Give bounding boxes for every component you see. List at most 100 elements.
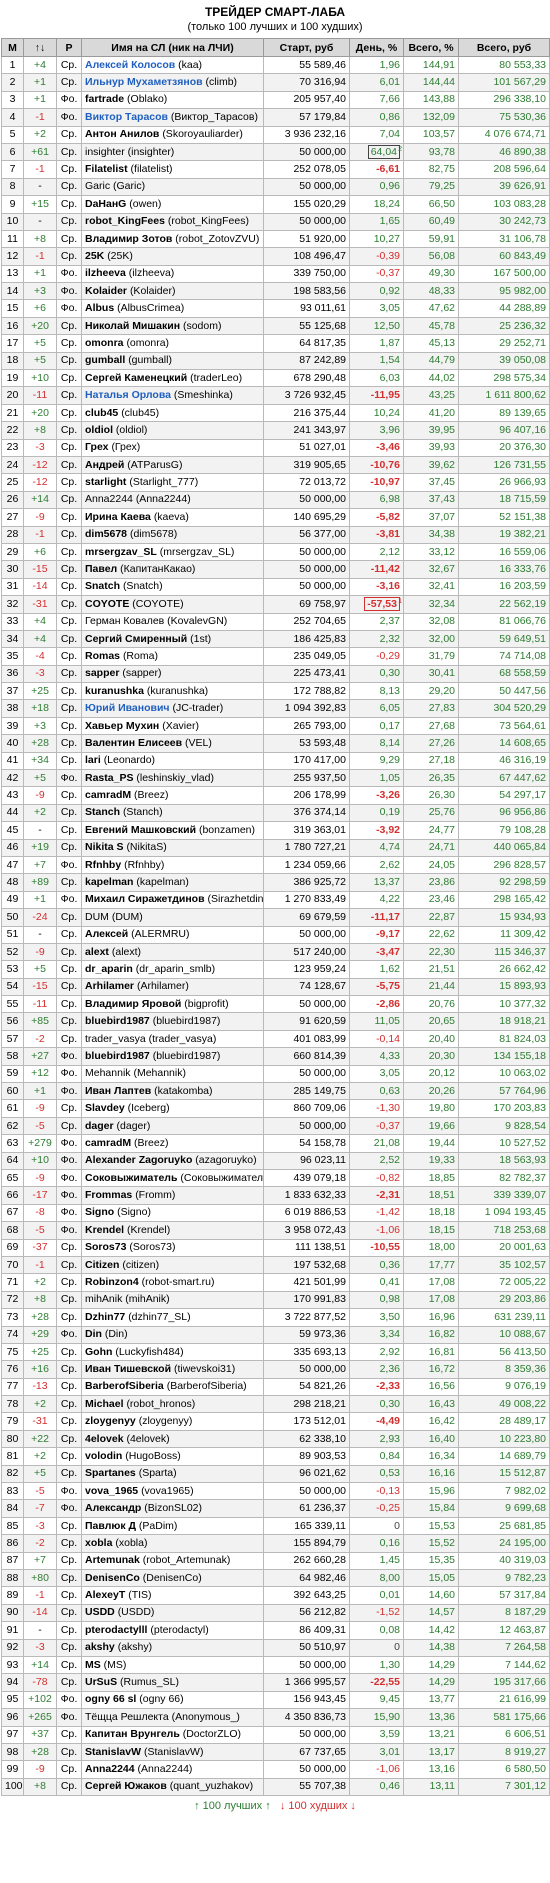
participant-name-link[interactable]: Михаил Сиражетдинов (85, 893, 205, 905)
participant-name-link[interactable]: dim5678 (85, 528, 127, 540)
participant-name-link[interactable]: Сергей Южаков (85, 1780, 167, 1792)
participant-name-link[interactable]: mihAnik (85, 1293, 122, 1305)
participant-name-link[interactable]: Stanch (85, 806, 120, 818)
participant-name-link[interactable]: DUM (85, 911, 109, 923)
participant-name-link[interactable]: dager (85, 1120, 114, 1132)
col-header-name[interactable]: Имя на СЛ (ник на ЛЧИ) (81, 38, 264, 57)
participant-name-link[interactable]: DenisenCo (85, 1572, 140, 1584)
participant-name-link[interactable]: Владимир Зотов (85, 233, 172, 245)
participant-name-link[interactable]: Kolaider (85, 285, 127, 297)
participant-name-link[interactable]: Slavdey (85, 1102, 125, 1114)
participant-name-link[interactable]: Krendel (85, 1224, 124, 1236)
participant-name-link[interactable]: Валентин Елисеев (85, 737, 182, 749)
participant-name-link[interactable]: USDD (85, 1606, 115, 1618)
participant-name-link[interactable]: Виктор Тарасов (85, 111, 168, 123)
participant-name-link[interactable]: insighter (85, 146, 125, 158)
participant-name-link[interactable]: camradM (85, 1137, 131, 1149)
participant-name-link[interactable]: omonra (85, 337, 124, 349)
participant-name-link[interactable]: bluebird1987 (85, 1050, 150, 1062)
participant-name-link[interactable]: Spartanes (85, 1467, 136, 1479)
participant-name-link[interactable]: mrsergzav_SL (85, 546, 157, 558)
participant-name-link[interactable]: Rasta_PS (85, 772, 133, 784)
participant-name-link[interactable]: AlexeyT (85, 1589, 125, 1601)
participant-name-link[interactable]: Герман Ковалев (85, 615, 164, 627)
col-header-change[interactable]: ↑↓ (23, 38, 57, 57)
participant-name-link[interactable]: Artemunak (85, 1554, 140, 1566)
participant-name-link[interactable]: Soros73 (85, 1241, 126, 1253)
participant-name-link[interactable]: Albus (85, 302, 114, 314)
participant-name-link[interactable]: alext (85, 946, 109, 958)
participant-name-link[interactable]: Иван Тишевской (85, 1363, 171, 1375)
participant-name-link[interactable]: Капитан Врунгель (85, 1728, 180, 1740)
participant-name-link[interactable]: Alexander Zagoruyko (85, 1154, 192, 1166)
participant-name-link[interactable]: Алексей (85, 928, 128, 940)
participant-name-link[interactable]: Snatch (85, 580, 120, 592)
participant-name-link[interactable]: UrSuS (85, 1676, 117, 1688)
participant-name-link[interactable]: robot_KingFees (85, 215, 165, 227)
participant-name-link[interactable]: Иван Лаптев (85, 1085, 151, 1097)
participant-name-link[interactable]: Сергей Каменецкий (85, 372, 187, 384)
participant-name-link[interactable]: Mehannik (85, 1067, 131, 1079)
participant-name-link[interactable]: xobla (85, 1537, 112, 1549)
participant-name-link[interactable]: akshy (85, 1641, 115, 1653)
participant-name-link[interactable]: Антон Анилов (85, 128, 159, 140)
participant-name-link[interactable]: bluebird1987 (85, 1015, 150, 1027)
participant-name-link[interactable]: club45 (85, 407, 118, 419)
worst-100-link[interactable]: ↓ 100 худших ↓ (280, 1800, 356, 1812)
participant-name-link[interactable]: Anna2244 (85, 1763, 135, 1775)
participant-name-link[interactable]: fartrade (85, 93, 124, 105)
participant-name-link[interactable]: Николай Мишакин (85, 320, 180, 332)
participant-name-link[interactable]: Павел (85, 563, 117, 575)
participant-name-link[interactable]: trader_vasya (85, 1033, 146, 1045)
participant-name-link[interactable]: Грех (85, 441, 109, 453)
participant-name-link[interactable]: StanislavW (85, 1746, 141, 1758)
best-100-link[interactable]: ↑ 100 лучших ↑ (194, 1800, 271, 1812)
participant-name-link[interactable]: gumball (85, 354, 125, 366)
participant-name-link[interactable]: camradM (85, 789, 131, 801)
participant-name-link[interactable]: ilzheeva (85, 267, 126, 279)
participant-name-link[interactable]: Ильнур Мухаметзянов (85, 76, 203, 88)
participant-name-link[interactable]: lari (85, 754, 101, 766)
participant-name-link[interactable]: Андрей (85, 459, 124, 471)
col-header-risk[interactable]: Р (56, 38, 82, 57)
participant-name-link[interactable]: vova_1965 (85, 1485, 138, 1497)
participant-name-link[interactable]: Rfnhby (85, 859, 121, 871)
participant-name-link[interactable]: BarberofSiberia (85, 1380, 164, 1392)
participant-name-link[interactable]: Евгений Машковский (85, 824, 196, 836)
participant-name-link[interactable]: Юрий Иванович (85, 702, 170, 714)
participant-name-link[interactable]: MS (85, 1659, 101, 1671)
participant-name-link[interactable]: Алексей Колосов (85, 59, 175, 71)
participant-name-link[interactable]: 25K (85, 250, 104, 262)
participant-name-link[interactable]: Тёщца Решлекта (85, 1711, 169, 1723)
participant-name-link[interactable]: COYOTE (85, 598, 129, 610)
participant-name-link[interactable]: volodin (85, 1450, 122, 1462)
participant-name-link[interactable]: DaHaнG (85, 198, 126, 210)
participant-name-link[interactable]: ogny 66 sl (85, 1693, 136, 1705)
participant-name-link[interactable]: Din (85, 1328, 102, 1340)
participant-name-link[interactable]: Соковыжиматель (85, 1172, 177, 1184)
participant-name-link[interactable]: Павлюк Д (85, 1520, 136, 1532)
participant-name-link[interactable]: Сергий Смиренный (85, 633, 187, 645)
participant-name-link[interactable]: Ирина Каева (85, 511, 151, 523)
participant-name-link[interactable]: Romas (85, 650, 120, 662)
participant-name-link[interactable]: Frommas (85, 1189, 132, 1201)
participant-name-link[interactable]: Robinzon4 (85, 1276, 139, 1288)
participant-name-link[interactable]: oldiol (85, 424, 113, 436)
col-header-total-pct[interactable]: Всего, % (403, 38, 459, 57)
participant-name-link[interactable]: Arhilamer (85, 980, 134, 992)
participant-name-link[interactable]: Хавьер Мухин (85, 720, 159, 732)
col-header-day[interactable]: День, % (349, 38, 404, 57)
participant-name-link[interactable]: dr_aparin (85, 963, 133, 975)
col-header-total-rub[interactable]: Всего, руб (458, 38, 550, 57)
participant-name-link[interactable]: Citizen (85, 1259, 119, 1271)
participant-name-link[interactable]: Garic (85, 180, 110, 192)
participant-name-link[interactable]: Signo (85, 1206, 114, 1218)
participant-name-link[interactable]: kapelman (85, 876, 133, 888)
participant-name-link[interactable]: zloygenyy (85, 1415, 136, 1427)
participant-name-link[interactable]: sapper (85, 667, 119, 679)
participant-name-link[interactable]: Nikita S (85, 841, 124, 853)
participant-name-link[interactable]: Anna2244 (85, 493, 133, 505)
participant-name-link[interactable]: Filatelist (85, 163, 128, 175)
participant-name-link[interactable]: kuranushka (85, 685, 144, 697)
participant-name-link[interactable]: Michael (85, 1398, 124, 1410)
